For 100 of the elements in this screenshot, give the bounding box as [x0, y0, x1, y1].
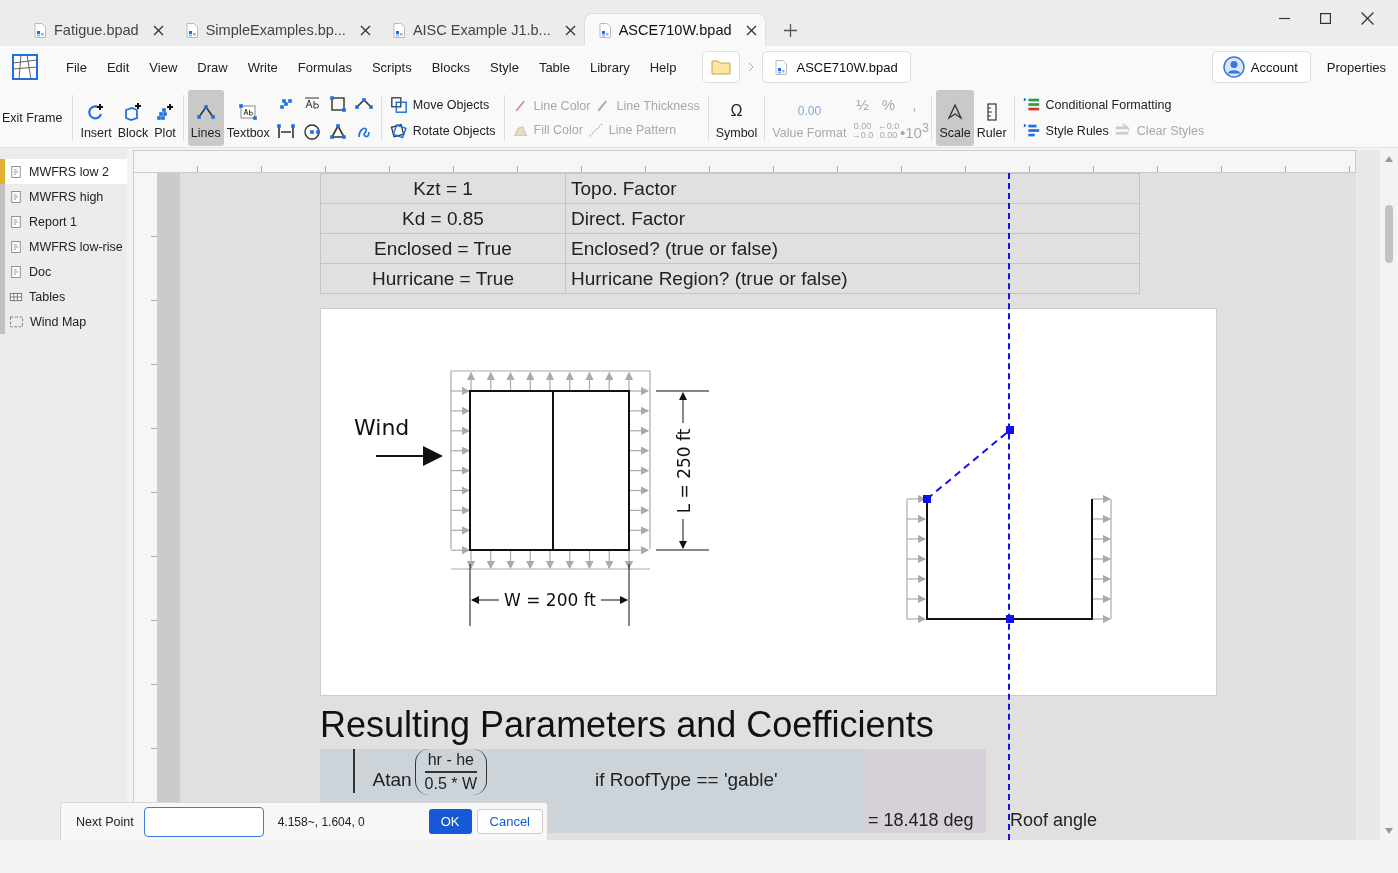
fraction-denominator: 0.5 * W — [424, 773, 478, 794]
conditional-formatting-button[interactable]: Conditional Formatting — [1022, 95, 1205, 114]
chevron-right-icon — [748, 62, 755, 72]
formula-result: = 18.418 deg — [864, 749, 986, 833]
lines-tool-button[interactable]: Lines — [187, 89, 224, 146]
table-cell: Kzt = 1 — [320, 173, 566, 204]
field-label: Next Point — [76, 814, 134, 829]
menu-item[interactable]: Scripts — [361, 59, 422, 75]
next-point-input[interactable] — [143, 806, 264, 837]
folder-icon — [711, 59, 732, 75]
ruler-tool-button[interactable]: Ruler — [973, 89, 1010, 146]
block-button[interactable]: Block — [114, 89, 152, 146]
cancel-button[interactable]: Cancel — [476, 809, 543, 834]
document-icon — [9, 164, 23, 179]
scale-tool-button[interactable]: Scale — [936, 89, 974, 146]
move-objects-icon — [389, 95, 408, 114]
file-icon — [775, 59, 788, 75]
fraction-numerator: hr - he — [427, 750, 474, 770]
add-block-icon — [123, 101, 143, 122]
sidebar-item[interactable]: MWFRS low 2 — [0, 159, 127, 184]
table-cell: Enclosed = True — [320, 233, 566, 264]
frame-icon — [9, 314, 24, 329]
menu-item[interactable]: View — [139, 59, 188, 75]
selection-handle[interactable] — [923, 495, 931, 503]
width-dimension-label: W = 200 ft — [503, 590, 597, 610]
scroll-up-icon[interactable] — [1385, 156, 1393, 162]
function-name: Atan — [372, 769, 412, 791]
rotate-objects-button[interactable]: Rotate Objects — [389, 121, 496, 140]
current-file-button[interactable]: ASCE710W.bpad — [762, 51, 911, 83]
selection-handle[interactable] — [1006, 426, 1014, 434]
move-objects-button[interactable]: Move Objects — [389, 95, 496, 114]
new-tab-icon[interactable] — [783, 24, 797, 37]
plot-button[interactable]: Plot — [151, 89, 179, 146]
menu-item[interactable]: Style — [480, 59, 529, 75]
menu-item[interactable]: Edit — [96, 59, 140, 75]
properties-link[interactable]: Properties — [1326, 59, 1386, 75]
style-rules-button[interactable]: Style Rules — [1022, 121, 1109, 140]
document-tab[interactable]: ASCE710W.bpad — [583, 13, 766, 46]
menu-item[interactable]: File — [56, 59, 97, 75]
sidebar-item[interactable]: Wind Map — [0, 309, 127, 334]
close-tab-icon[interactable] — [152, 24, 164, 36]
user-avatar-icon — [1222, 56, 1245, 78]
textbox-icon — [238, 101, 259, 122]
file-icon — [185, 22, 198, 38]
document-icon — [9, 239, 23, 254]
document-icon — [9, 214, 23, 229]
maximize-icon[interactable] — [1320, 13, 1331, 24]
file-icon — [34, 22, 46, 38]
line-pattern-icon — [587, 121, 604, 138]
menu-item[interactable]: Blocks — [421, 59, 480, 75]
formula-condition: if RoofType == 'gable' — [595, 769, 778, 791]
textbox-tool-button[interactable]: Textbox — [223, 89, 273, 146]
menu-item[interactable]: Library — [579, 59, 640, 75]
close-tab-icon[interactable] — [745, 24, 757, 36]
menu-item[interactable]: Write — [237, 59, 288, 75]
menu-item[interactable]: Formulas — [287, 59, 362, 75]
coordinates-readout: 4.158~, 1.604, 0 — [277, 814, 365, 829]
sidebar-item[interactable]: MWFRS high — [0, 184, 127, 209]
sidebar-item[interactable]: Report 1 — [0, 209, 127, 234]
selection-handle[interactable] — [1006, 615, 1014, 623]
close-tab-icon[interactable] — [564, 24, 576, 36]
menu-item[interactable]: Help — [639, 59, 687, 75]
close-tab-icon[interactable] — [359, 24, 371, 36]
exit-frame-button[interactable]: Exit Frame — [2, 110, 63, 125]
app-logo-icon — [12, 54, 38, 80]
section-heading: Resulting Parameters and Coefficients — [320, 703, 935, 747]
document-tab[interactable]: Fatigue.bpad — [20, 14, 172, 46]
length-dimension-label: L = 250 ft — [674, 428, 694, 514]
formula-description: Roof angle — [1010, 809, 1098, 831]
table-cell: Topo. Factor — [565, 173, 1140, 204]
wind-label: Wind — [354, 415, 410, 440]
table-cell: Hurricane = True — [320, 263, 566, 294]
ok-button[interactable]: OK — [428, 809, 472, 834]
scrollbar-thumb[interactable] — [1385, 205, 1393, 263]
document-icon — [9, 189, 23, 204]
table-cell: Hurricane Region? (true or false) — [565, 263, 1140, 294]
table-cell: Kd = 0.85 — [320, 203, 566, 234]
polygon-icon — [327, 121, 348, 142]
add-plot-icon — [155, 101, 176, 122]
document-tab[interactable]: AISC Example J1.b... — [378, 14, 584, 46]
file-icon — [392, 22, 405, 38]
sidebar-item[interactable]: Tables — [0, 284, 127, 309]
document-icon — [9, 264, 23, 279]
insert-button[interactable]: Insert — [77, 89, 115, 146]
close-icon[interactable] — [1361, 12, 1374, 25]
document-tab[interactable]: SimpleExamples.bp... — [171, 14, 379, 46]
circle-icon — [301, 121, 322, 142]
sidebar-item[interactable]: Doc — [0, 259, 127, 284]
table-cell: Enclosed? (true or false) — [565, 233, 1140, 264]
menu-item[interactable]: Draw — [187, 59, 238, 75]
sidebar-item[interactable]: MWFRS low-rise — [0, 234, 127, 259]
symbol-button[interactable]: Ω Symbol — [712, 89, 761, 146]
table-cell: Direct. Factor — [565, 203, 1140, 234]
rotate-objects-icon — [389, 121, 408, 140]
file-icon — [598, 22, 611, 38]
scroll-down-icon[interactable] — [1385, 828, 1393, 834]
menu-item[interactable]: Table — [528, 59, 580, 75]
rectangle-icon — [327, 93, 348, 114]
wind-arrow — [375, 446, 443, 466]
account-button[interactable]: Account — [1211, 51, 1311, 83]
